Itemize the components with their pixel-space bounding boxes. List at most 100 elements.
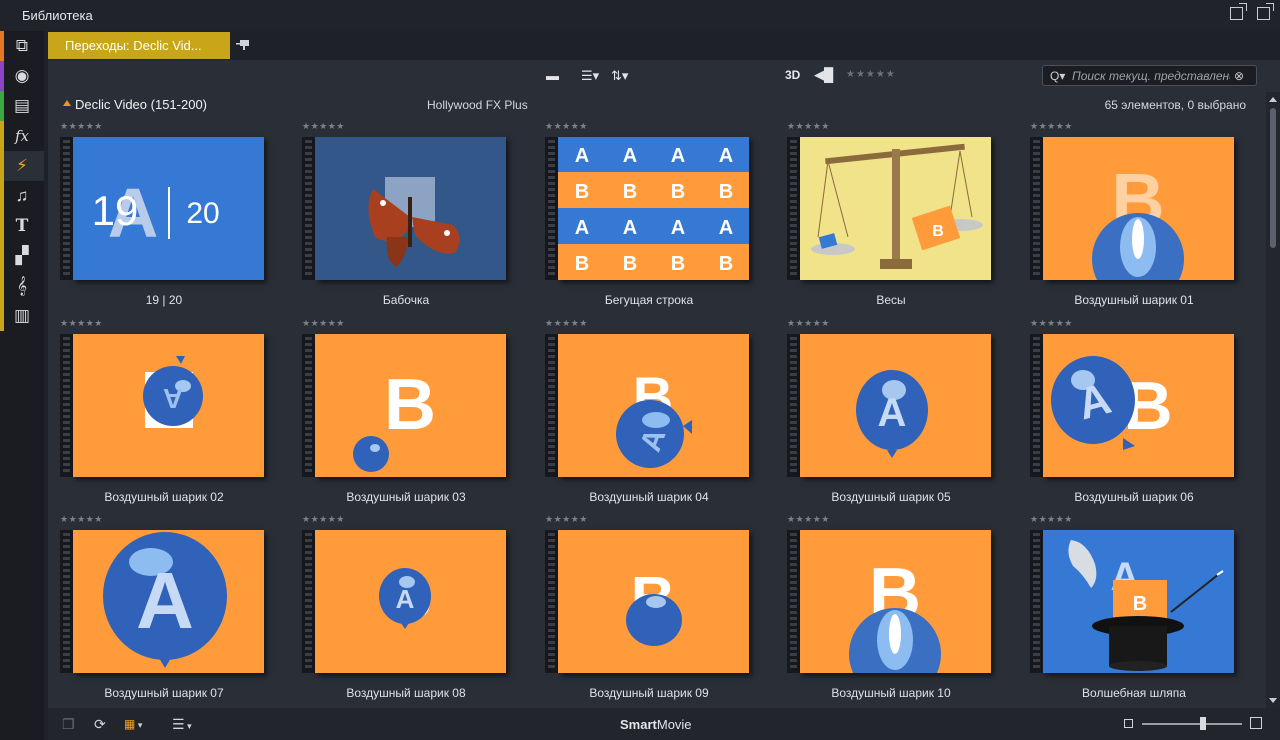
transition-tile[interactable]: ★★★★★ Бабочка — [300, 119, 512, 315]
svg-text:B: B — [623, 181, 637, 203]
filmstrip — [787, 137, 800, 280]
rating-stars[interactable]: ★★★★★ — [545, 514, 588, 525]
tile-label: Волшебная шляпа — [1082, 686, 1186, 700]
scroll-down-icon[interactable] — [1269, 698, 1277, 703]
duplicate-icon[interactable]: ❐ — [62, 716, 75, 733]
folder-icon[interactable]: ▬ — [546, 68, 559, 83]
svg-text:A: A — [719, 145, 733, 167]
transition-tile[interactable]: ★★★★★ B A Воздушный шарик 04 — [543, 316, 755, 512]
smartmovie-button[interactable]: SmartMovie — [620, 717, 692, 732]
rating-stars[interactable]: ★★★★★ — [1030, 121, 1073, 132]
sidebar-item-music[interactable]: ♫ — [0, 181, 44, 211]
montage-icon: ▞ — [15, 246, 29, 265]
transition-tile[interactable]: ★★★★★ B Воздушный шарик 09 — [543, 512, 755, 708]
thumbnail: A — [73, 334, 264, 477]
rating-stars[interactable]: ★★★★★ — [302, 514, 345, 525]
grid-view-icon[interactable]: ▦ ▾ — [124, 717, 142, 731]
rating-stars[interactable]: ★★★★★ — [60, 318, 103, 329]
clear-icon[interactable]: ⊗ — [1234, 69, 1244, 83]
thumbnail: B A — [558, 334, 749, 477]
smartmovie-rest: Movie — [656, 717, 692, 732]
rating-stars[interactable]: ★★★★★ — [545, 318, 588, 329]
sidebar-item-effects[interactable]: fx — [0, 121, 44, 151]
rating-stars[interactable]: ★★★★★ — [1030, 318, 1073, 329]
transition-tile[interactable]: ★★★★★ A Воздушный шарик 07 — [58, 512, 270, 708]
undock-icon[interactable] — [1230, 3, 1247, 20]
search-input[interactable] — [1072, 68, 1230, 83]
collapse-caret-icon[interactable] — [63, 100, 71, 106]
filmstrip — [302, 334, 315, 477]
piano-icon: ▥ — [13, 306, 31, 325]
rating-stars[interactable]: ★★★★★ — [1030, 514, 1073, 525]
sidebar-item-media[interactable]: ◉ — [0, 61, 44, 91]
filmstrip — [60, 334, 73, 477]
filmstrip — [1030, 334, 1043, 477]
sidebar-item-transitions[interactable]: ⚡ — [0, 151, 44, 181]
tile-label: Воздушный шарик 08 — [346, 686, 466, 700]
svg-text:B: B — [575, 181, 589, 203]
rating-stars[interactable]: ★★★★★ — [60, 121, 103, 132]
pin-icon[interactable] — [236, 39, 250, 50]
sidebar-item-titles[interactable]: T — [0, 211, 44, 241]
svg-text:A: A — [878, 391, 907, 435]
tab-transitions[interactable]: Переходы: Declic Vid... — [48, 32, 230, 59]
svg-text:A: A — [719, 217, 733, 239]
transition-tile[interactable]: ★★★★★ B Воздушный шарик 10 — [785, 512, 997, 708]
scroll-thumb[interactable] — [1270, 108, 1276, 248]
title-bar: Библиотека — [0, 0, 1280, 31]
rating-filter[interactable]: ★★★★★ — [846, 69, 896, 80]
sync-icon[interactable]: ⟳ — [94, 716, 106, 733]
3d-filter-button[interactable]: 3D — [785, 68, 800, 82]
thumbnail: A — [800, 334, 991, 477]
thumbnail — [315, 137, 506, 280]
sidebar-item-collections[interactable]: ▤ — [0, 91, 44, 121]
transition-tile[interactable]: ★★★★★ B Воздушный шарик 03 — [300, 316, 512, 512]
transition-tile[interactable]: ★★★★★ B A Воздушный шарик 08 — [300, 512, 512, 708]
tab-row: Переходы: Declic Vid... — [48, 31, 1280, 60]
rating-stars[interactable]: ★★★★★ — [60, 514, 103, 525]
thumbnail: B — [315, 334, 506, 477]
sort-icon[interactable]: ⇅▾ — [611, 68, 628, 84]
rating-stars[interactable]: ★★★★★ — [545, 121, 588, 132]
transition-tile[interactable]: ★★★★★ B Весы — [785, 119, 997, 315]
sidebar-item-scorefitter[interactable]: 𝄞 — [0, 271, 44, 301]
sidebar-item-projects[interactable]: ⧉ — [0, 31, 44, 61]
tile-label: 19 | 20 — [145, 293, 183, 307]
transition-tile[interactable]: ★★★★★ A Воздушный шарик 02 — [58, 316, 270, 512]
fx-icon: fx — [14, 127, 29, 145]
rating-stars[interactable]: ★★★★★ — [302, 121, 345, 132]
transition-tile[interactable]: ★★★★★ B A Воздушный шарик 06 — [1028, 316, 1240, 512]
rating-stars[interactable]: ★★★★★ — [787, 318, 830, 329]
vertical-scrollbar[interactable] — [1266, 92, 1280, 708]
filmstrip — [545, 334, 558, 477]
svg-text:B: B — [575, 253, 589, 275]
restore-icon[interactable] — [1257, 3, 1274, 20]
list-view-icon[interactable]: ☰▾ — [581, 68, 599, 84]
item-count: 65 элементов, 0 выбрано — [1104, 98, 1246, 112]
transition-tile[interactable]: ★★★★★ A Воздушный шарик 05 — [785, 316, 997, 512]
thumbnail: A A A A B B B B A A A A B B B B — [558, 137, 749, 280]
transition-tile[interactable]: ★★★★★ A B Волшебная шляпа — [1028, 512, 1240, 708]
zoom-slider[interactable] — [1142, 723, 1242, 725]
stripe — [0, 181, 4, 211]
transition-tile[interactable]: ★★★★★ B Воздушный шарик 01 — [1028, 119, 1240, 315]
tile-label: Воздушный шарик 05 — [831, 490, 951, 504]
stripe — [0, 121, 4, 151]
zoom-out-icon[interactable] — [1124, 719, 1133, 728]
scroll-up-icon[interactable] — [1269, 97, 1277, 102]
tag-icon[interactable]: ◀█ — [814, 67, 833, 83]
rating-stars[interactable]: ★★★★★ — [787, 121, 830, 132]
sidebar-item-montage[interactable]: ▞ — [0, 241, 44, 271]
menu-icon[interactable]: ☰ ▾ — [172, 716, 192, 733]
sidebar-item-sound[interactable]: ▥ — [0, 301, 44, 331]
transition-tile[interactable]: ★★★★★ A A A A B B B B A A A A B B B B Бегущая строка — [543, 119, 755, 315]
rating-stars[interactable]: ★★★★★ — [787, 514, 830, 525]
tile-label: Бабочка — [382, 293, 430, 307]
zoom-in-icon[interactable] — [1250, 717, 1262, 729]
zoom-slider-thumb[interactable] — [1200, 717, 1206, 730]
transition-tile[interactable]: ★★★★★ A 19 20 19 | 20 — [58, 119, 270, 315]
search-icon[interactable]: Q▾ — [1050, 69, 1072, 83]
svg-text:A: A — [163, 383, 183, 414]
rating-stars[interactable]: ★★★★★ — [302, 318, 345, 329]
library-toolbar: ▬ ☰▾ ⇅▾ 3D ◀█ ★★★★★ Q▾ ⊗ — [48, 60, 1280, 92]
